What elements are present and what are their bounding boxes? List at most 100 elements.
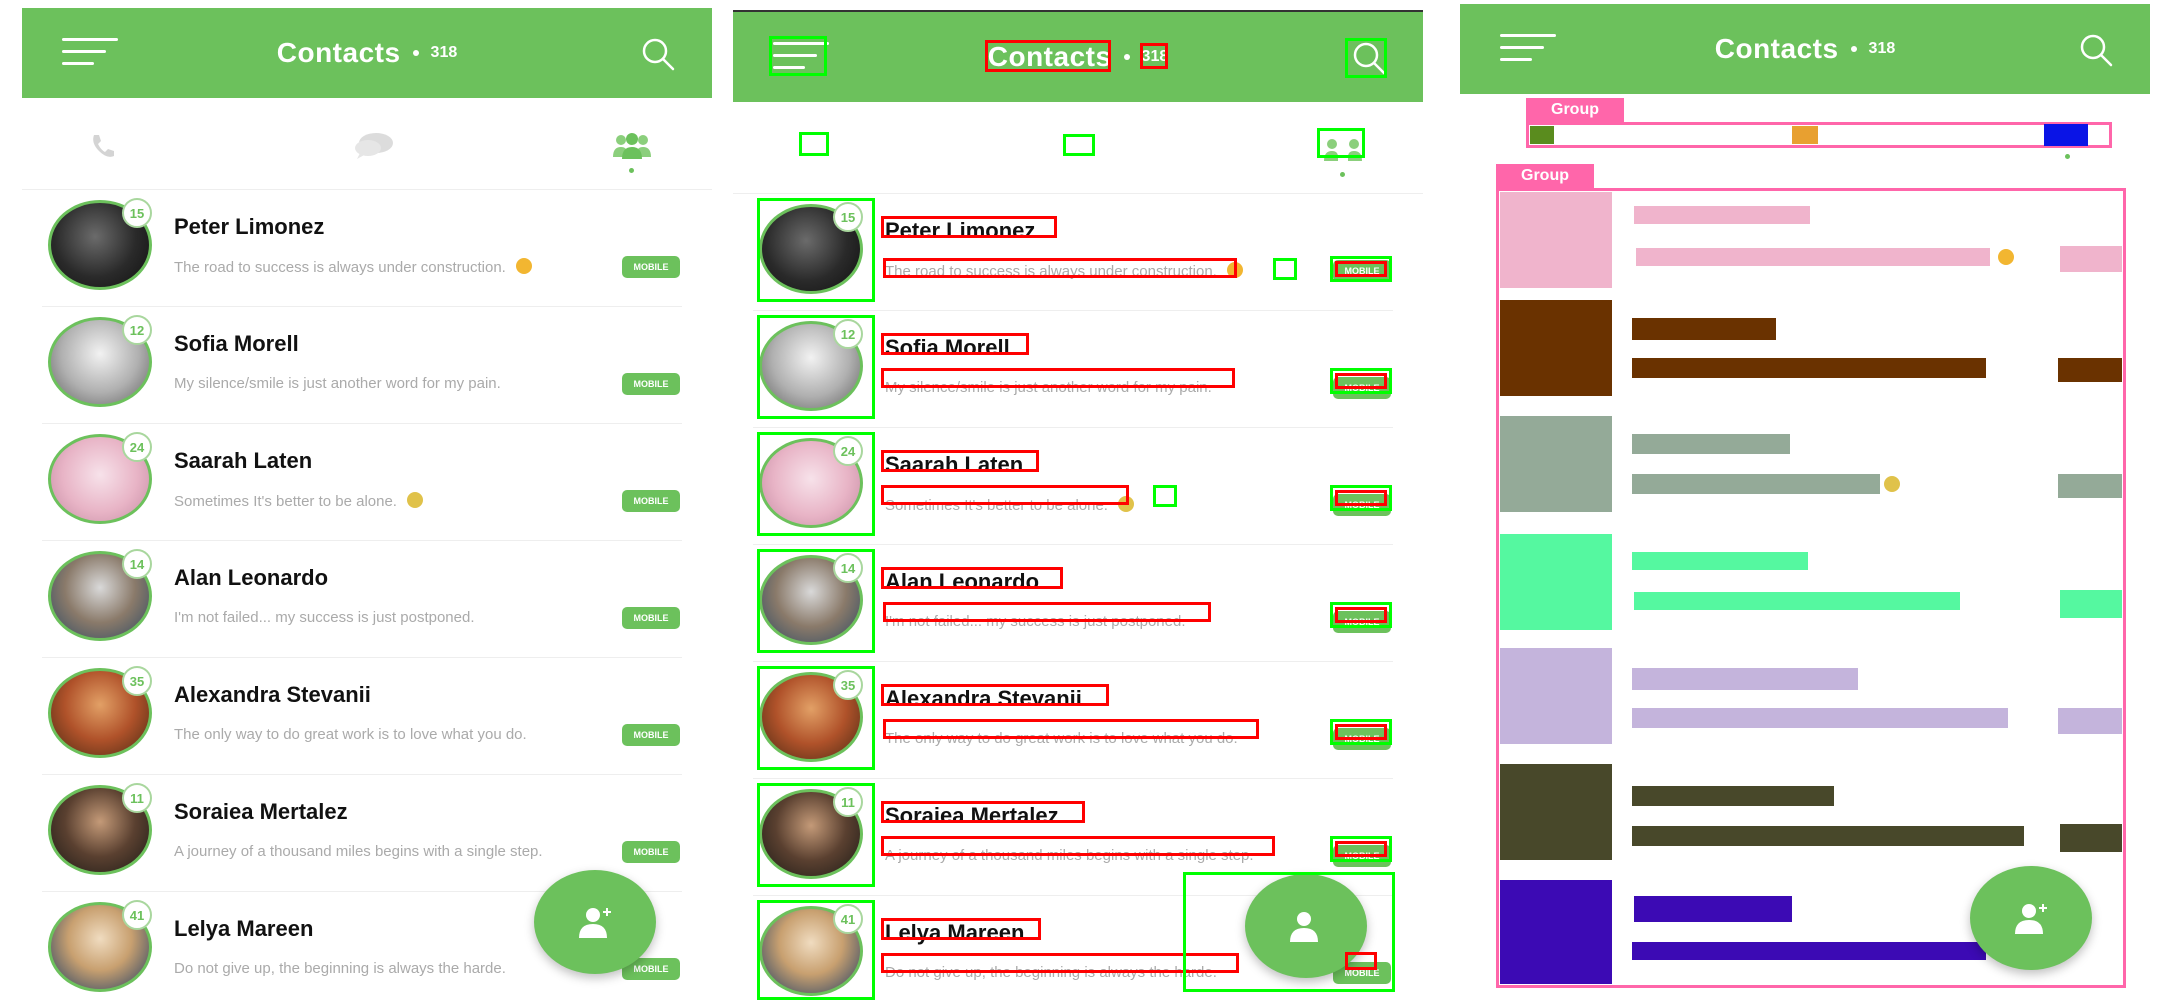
- unread-badge: 14: [833, 553, 863, 583]
- tab-chats-block: [1792, 126, 1818, 144]
- row-6-status-block: [1632, 826, 2024, 846]
- unread-badge: 12: [122, 315, 152, 345]
- page-title: Contacts: [276, 37, 401, 68]
- unread-badge: 35: [122, 666, 152, 696]
- tab-contacts[interactable]: [608, 126, 656, 166]
- mobile-tag: MOBILE: [622, 373, 680, 395]
- add-contact-icon: [2015, 904, 2047, 934]
- contact-name: Peter Limonez: [174, 214, 325, 239]
- contact-row[interactable]: 35 Alexandra Stevanii The only way to do…: [42, 658, 682, 775]
- mobile-tag: MOBILE: [622, 607, 680, 629]
- status-detection-box: [883, 602, 1211, 622]
- row-4-tag-block: [2060, 590, 2122, 618]
- mobile-tag: MOBILE: [622, 724, 680, 746]
- contact-row[interactable]: 12 Sofia Morell My silence/smile is just…: [42, 307, 682, 424]
- row-3-tag-block: [2058, 474, 2122, 498]
- status-detection-box: [883, 719, 1259, 739]
- status-text: My silence/smile is just another word fo…: [174, 375, 501, 392]
- contact-name: Saarah Laten: [174, 448, 313, 473]
- active-tab-indicator: [2065, 154, 2070, 159]
- phone-icon: [93, 135, 114, 157]
- contact-row[interactable]: 14 Alan Leonardo I'm not failed... my su…: [42, 541, 682, 658]
- app-bar: Contacts 318: [22, 8, 712, 98]
- mobile-tag: MOBILE: [622, 841, 680, 863]
- chat-bubble-icon: [355, 133, 393, 159]
- tag-detection-box: [1335, 261, 1387, 277]
- tag-detection-box: [1335, 490, 1387, 506]
- mobile-tag: MOBILE: [622, 490, 680, 512]
- contact-status: Sometimes It's better to be alone.: [174, 492, 423, 510]
- app-bar: Contacts 318: [1460, 4, 2150, 94]
- unread-badge: 24: [833, 436, 863, 466]
- search-icon[interactable]: [640, 36, 676, 72]
- tab-chats[interactable]: [350, 126, 398, 166]
- unread-badge: 24: [122, 432, 152, 462]
- name-detection-box: [881, 567, 1063, 589]
- tab-group-label: Group: [1526, 98, 1624, 122]
- row-3-name-block: [1632, 434, 1790, 454]
- count-detection-box: [1140, 43, 1168, 69]
- unread-badge: 35: [833, 670, 863, 700]
- search-icon[interactable]: [2078, 32, 2114, 68]
- row-1-status-block: [1636, 248, 1990, 266]
- add-contact-icon: [579, 908, 611, 938]
- tag-detection-box: [1335, 724, 1387, 740]
- people-icon: [613, 133, 651, 159]
- search-detection-box: [1345, 38, 1387, 78]
- status-detection-box: [883, 258, 1237, 278]
- add-contact-button[interactable]: [534, 870, 656, 974]
- row-5-tag-block: [2058, 708, 2122, 734]
- app-title: Contacts 318: [22, 8, 712, 98]
- row-1-avatar-block: [1500, 192, 1612, 288]
- contact-status: My silence/smile is just another word fo…: [174, 375, 501, 392]
- name-detection-box: [881, 450, 1039, 472]
- status-text: A journey of a thousand miles begins wit…: [174, 843, 543, 860]
- sad-emoji-icon: [406, 492, 423, 508]
- name-detection-box: [881, 801, 1085, 823]
- unread-badge: 11: [833, 787, 863, 817]
- happy-emoji-icon: [1998, 249, 2014, 265]
- name-detection-box: [881, 684, 1109, 706]
- contact-status: The only way to do great work is to love…: [174, 726, 527, 743]
- app-title: Contacts 318: [1460, 4, 2150, 94]
- page-title: Contacts: [1714, 33, 1839, 64]
- contact-status: Do not give up, the beginning is always …: [174, 960, 506, 977]
- contact-status: The road to success is always under cons…: [174, 258, 532, 276]
- contact-row[interactable]: 24 Saarah Laten Sometimes It's better to…: [42, 424, 682, 541]
- tag-detection-box: [1335, 607, 1387, 623]
- row-6-tag-block: [2060, 824, 2122, 852]
- mobile-tag: MOBILE: [622, 256, 680, 278]
- row-5-avatar-block: [1500, 648, 1612, 744]
- row-1-name-block: [1634, 206, 1810, 224]
- name-detection-box: [881, 216, 1057, 238]
- title-separator-dot: [1123, 54, 1130, 60]
- row-7-avatar-block: [1500, 880, 1612, 984]
- menu-detection-box: [769, 36, 827, 76]
- contact-status: A journey of a thousand miles begins wit…: [174, 843, 543, 860]
- add-contact-button[interactable]: [1970, 866, 2092, 970]
- tab-contacts-block: [2044, 124, 2088, 146]
- unread-badge: 14: [122, 549, 152, 579]
- tab-contacts-detection-box: [1317, 128, 1365, 158]
- row-6-name-block: [1632, 786, 1834, 806]
- row-5-status-block: [1632, 708, 2008, 728]
- name-detection-box: [881, 333, 1029, 355]
- contact-status: I'm not failed... my success is just pos…: [174, 609, 475, 626]
- active-tab-indicator: [629, 168, 634, 173]
- unread-badge: 41: [833, 904, 863, 934]
- status-text: I'm not failed... my success is just pos…: [174, 609, 475, 626]
- tab-group-frame: [1526, 122, 2112, 148]
- contact-row[interactable]: 15 Peter Limonez The road to success is …: [42, 190, 682, 307]
- tab-calls[interactable]: [78, 126, 126, 166]
- name-detection-box: [881, 918, 1041, 940]
- contact-name: Soraiea Mertalez: [174, 799, 348, 824]
- status-detection-box: [881, 368, 1235, 388]
- row-1-tag-block: [2060, 246, 2122, 272]
- fab-detection-box: [1183, 872, 1395, 992]
- row-7-name-block: [1634, 896, 1792, 922]
- status-text: The road to success is always under cons…: [174, 259, 506, 276]
- title-separator-dot: [412, 50, 419, 56]
- tab-calls-block: [1530, 126, 1554, 144]
- contact-name: Sofia Morell: [174, 331, 299, 356]
- tab-calls-detection-box: [799, 132, 829, 156]
